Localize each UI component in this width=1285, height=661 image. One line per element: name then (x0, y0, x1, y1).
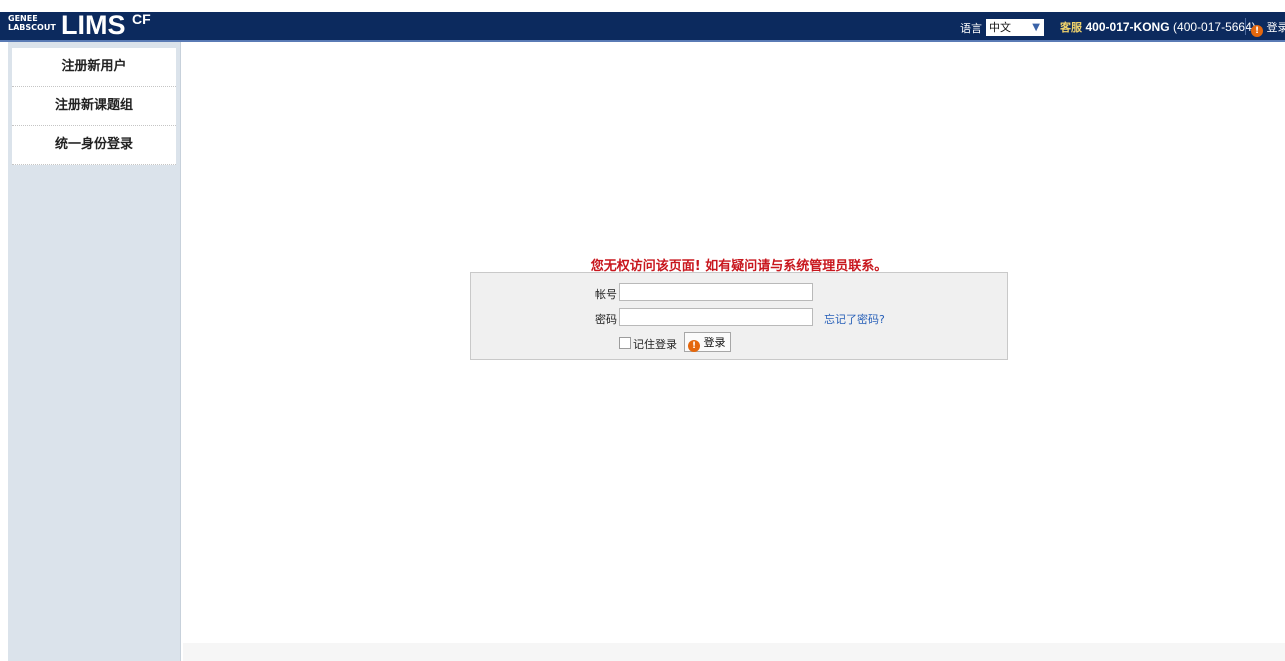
sidebar-item-register-user[interactable]: 注册新用户 (12, 48, 176, 87)
language-selected-value: 中文 (989, 21, 1011, 34)
service-label: 客服 (1060, 21, 1082, 34)
sidebar: 注册新用户 注册新课题组 统一身份登录 (8, 42, 181, 661)
password-input[interactable] (619, 308, 813, 326)
header-divider (1245, 18, 1246, 35)
account-label: 帐号 (595, 288, 617, 301)
triangle-down-icon: ▼ (1032, 22, 1040, 33)
forgot-password-link[interactable]: 忘记了密码? (824, 311, 885, 327)
service-phone: 400-017-KONG (1085, 20, 1170, 34)
header-login-label: 登录 (1266, 21, 1285, 34)
orange-power-icon: ! (688, 340, 700, 352)
header-login-link[interactable]: ! 登录 (1251, 19, 1285, 37)
login-button-label: 登录 (703, 336, 726, 349)
logo-lims-text: LIMS (61, 10, 126, 40)
remember-login-checkbox[interactable]: 记住登录 (619, 336, 677, 352)
sidebar-item-unified-login[interactable]: 统一身份登录 (12, 126, 176, 165)
customer-service-info: 客服 400-017-KONG (400-017-5664) (1060, 19, 1256, 35)
account-input[interactable] (619, 283, 813, 301)
logo-small-text: GENEE LABSCOUT (8, 14, 56, 32)
language-select[interactable]: 中文 ▼ (986, 19, 1044, 36)
login-form: 帐号 密码 忘记了密码? 记住登录 ! 登录 (470, 272, 1008, 360)
service-phone-alt: (400-017-5664) (1173, 20, 1256, 34)
main-footer-strip (183, 643, 1285, 661)
top-header-bar: GENEE LABSCOUT LIMS CF 语言 中文 ▼ 客服 400-01… (0, 10, 1285, 42)
sidebar-item-register-group[interactable]: 注册新课题组 (12, 87, 176, 126)
orange-power-icon: ! (1251, 25, 1263, 37)
remember-login-label: 记住登录 (633, 338, 677, 351)
logo-genee-text: GENEE (8, 14, 38, 23)
password-label: 密码 (595, 313, 617, 326)
logo-cf-text: CF (132, 11, 151, 27)
logo-labscout-text: LABSCOUT (8, 23, 56, 32)
language-label: 语言 (960, 22, 982, 35)
checkbox-icon[interactable] (619, 337, 631, 349)
login-button[interactable]: ! 登录 (684, 332, 731, 352)
